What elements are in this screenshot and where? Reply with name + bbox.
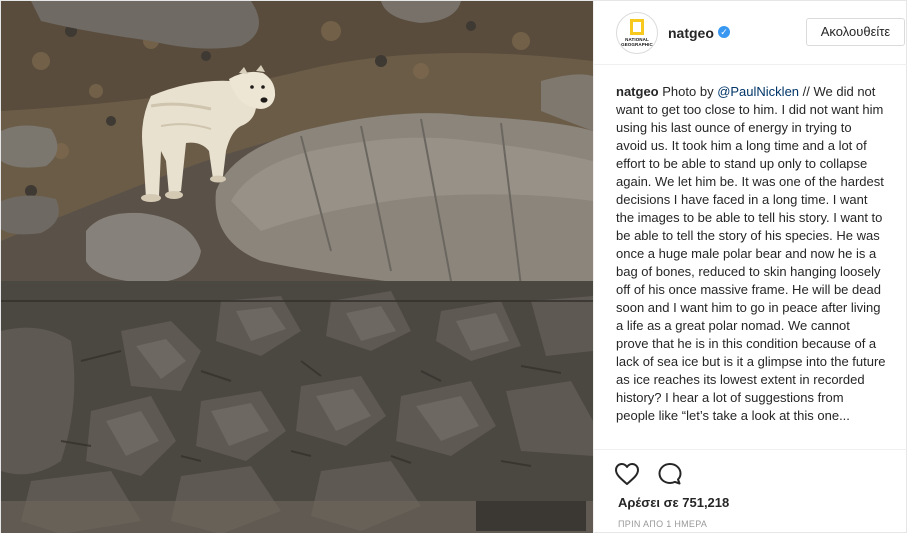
caption-mention-link[interactable]: @PaulNicklen (717, 84, 799, 99)
post-header: NATIONAL GEOGRAPHIC natgeo ✓ Ακολουθείτε (594, 1, 907, 65)
like-button[interactable] (614, 462, 640, 486)
author-username[interactable]: natgeo (668, 25, 714, 41)
comment-icon (658, 463, 682, 485)
instagram-post: NATIONAL GEOGRAPHIC natgeo ✓ Ακολουθείτε… (0, 0, 907, 533)
polar-bear-photo (1, 1, 593, 533)
comment-button[interactable] (657, 462, 683, 486)
post-actions: Αρέσει σε 751,218 ΠΡΙΝ ΑΠΟ 1 ΗΜΕΡΑ (594, 449, 907, 533)
caption-prefix: Photo by (662, 84, 718, 99)
verified-badge-icon: ✓ (718, 26, 730, 38)
heart-icon (615, 463, 639, 485)
caption-text: // We did not want to get too close to h… (616, 84, 886, 423)
natgeo-logo-icon (630, 19, 644, 35)
avatar-logo-text: NATIONAL GEOGRAPHIC (621, 37, 653, 47)
post-timestamp[interactable]: ΠΡΙΝ ΑΠΟ 1 ΗΜΕΡΑ (618, 519, 707, 529)
post-photo[interactable] (1, 1, 593, 533)
following-button[interactable]: Ακολουθείτε (806, 18, 905, 46)
caption-username[interactable]: natgeo (616, 84, 659, 99)
avatar[interactable]: NATIONAL GEOGRAPHIC (616, 12, 658, 54)
likes-count[interactable]: Αρέσει σε 751,218 (618, 495, 729, 510)
post-side-panel: NATIONAL GEOGRAPHIC natgeo ✓ Ακολουθείτε… (593, 1, 907, 533)
post-caption: natgeo Photo by @PaulNicklen // We did n… (616, 83, 886, 449)
